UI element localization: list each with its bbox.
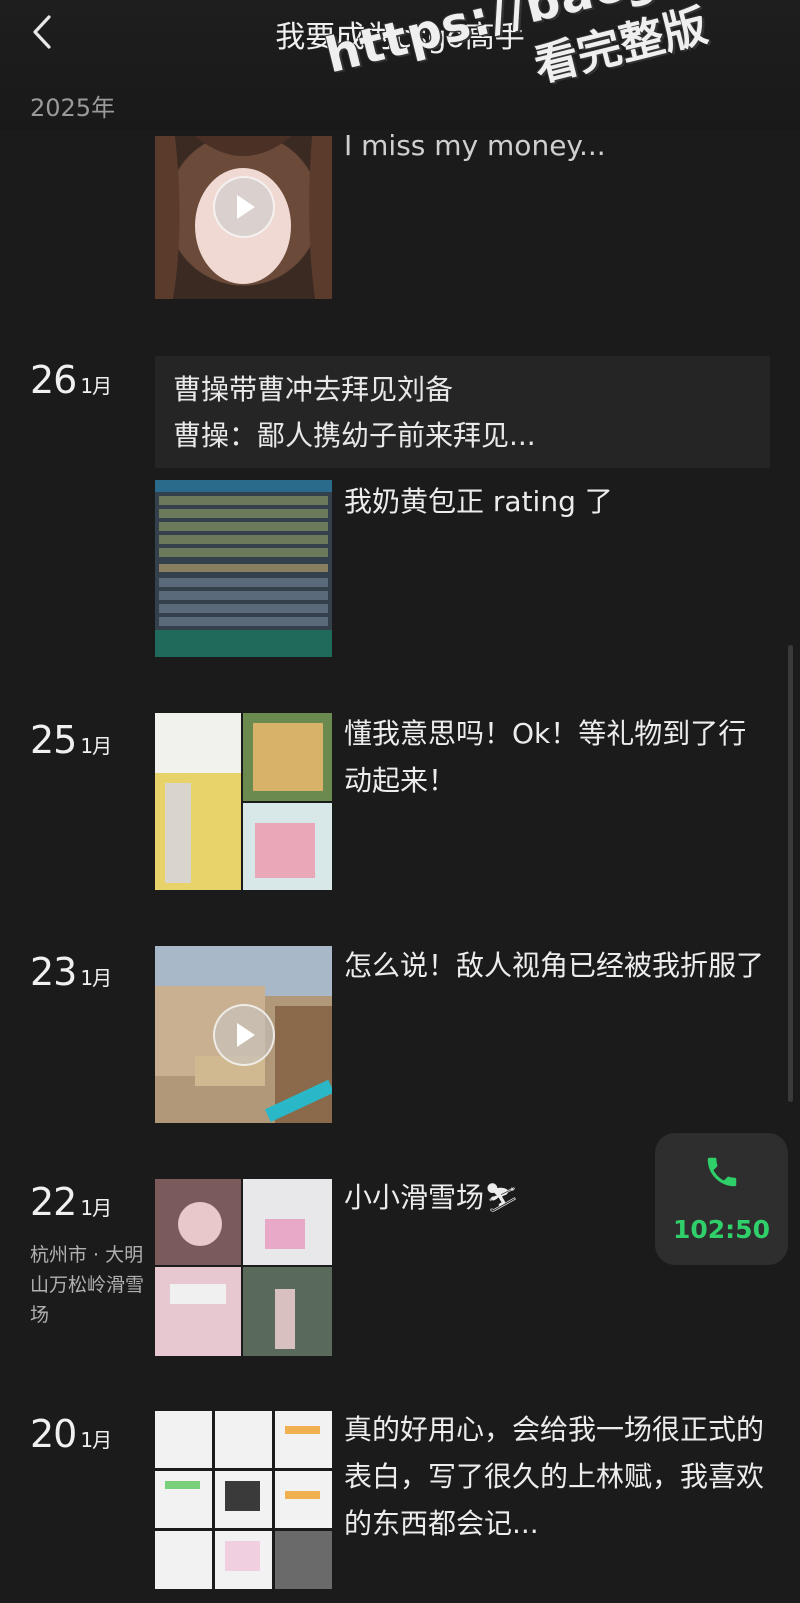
post-date: 22 1月 [30, 1180, 112, 1224]
post-text: 懂我意思吗！Ok！等礼物到了行动起来！ [344, 717, 747, 797]
page-title: 我要成为csgo高手 [275, 20, 525, 55]
shared-text-line: 曹操：鄙人携幼子前来拜见... [173, 419, 536, 452]
post-text: 怎么说！敌人视角已经被我折服了 [344, 949, 765, 982]
post-thumbnail-video[interactable] [155, 946, 332, 1123]
post-thumbnail[interactable] [155, 480, 332, 657]
scrollbar[interactable] [788, 645, 793, 1102]
chat-collage-image [155, 1411, 332, 1589]
post-day: 25 [30, 718, 77, 762]
post-date: 25 1月 [30, 718, 112, 762]
post-date: 20 1月 [30, 1412, 112, 1456]
post-month: 1月 [80, 1196, 112, 1220]
call-float-widget[interactable]: 102:50 [655, 1133, 788, 1265]
top-bar: 我要成为csgo高手 2025年 [0, 0, 800, 130]
post-date: 23 1月 [30, 950, 112, 994]
post-location[interactable]: 杭州市 · 大明山万松岭滑雪场 [30, 1240, 145, 1330]
post-thumbnail-video[interactable] [155, 136, 332, 299]
post-text: 真的好用心，会给我一场很正式的表白，写了很久的上林赋，我喜欢的东西都会记... [344, 1413, 765, 1540]
post-month: 1月 [80, 966, 112, 990]
post-day: 26 [30, 358, 77, 402]
post-month: 1月 [80, 734, 112, 758]
post-month: 1月 [80, 1428, 112, 1452]
gift-collage-image [155, 713, 332, 890]
post-date: 26 1月 [30, 358, 112, 402]
post-day: 22 [30, 1180, 77, 1224]
year-label: 2025年 [30, 94, 116, 122]
phone-icon [707, 1157, 737, 1187]
shared-text-line: 曹操带曹冲去拜见刘备 [173, 373, 454, 406]
post-day: 20 [30, 1412, 77, 1456]
post-month: 1月 [80, 374, 112, 398]
post-day: 23 [30, 950, 77, 994]
moments-page: 我要成为csgo高手 2025年 https://bacg14.com 看完整版… [0, 0, 800, 1603]
ski-collage-image [155, 1179, 332, 1356]
shared-text-card[interactable]: 曹操带曹冲去拜见刘备 曹操：鄙人携幼子前来拜见... [155, 356, 770, 468]
post-thumbnail-grid[interactable] [155, 1179, 332, 1356]
play-icon[interactable] [213, 1004, 275, 1066]
scoreboard-image [155, 480, 332, 657]
call-duration: 102:50 [673, 1215, 770, 1244]
post-text: 我奶黄包正 rating 了 [344, 485, 613, 518]
post-thumbnail-grid[interactable] [155, 1411, 332, 1589]
post-thumbnail-grid[interactable] [155, 713, 332, 890]
play-icon[interactable] [213, 176, 275, 238]
